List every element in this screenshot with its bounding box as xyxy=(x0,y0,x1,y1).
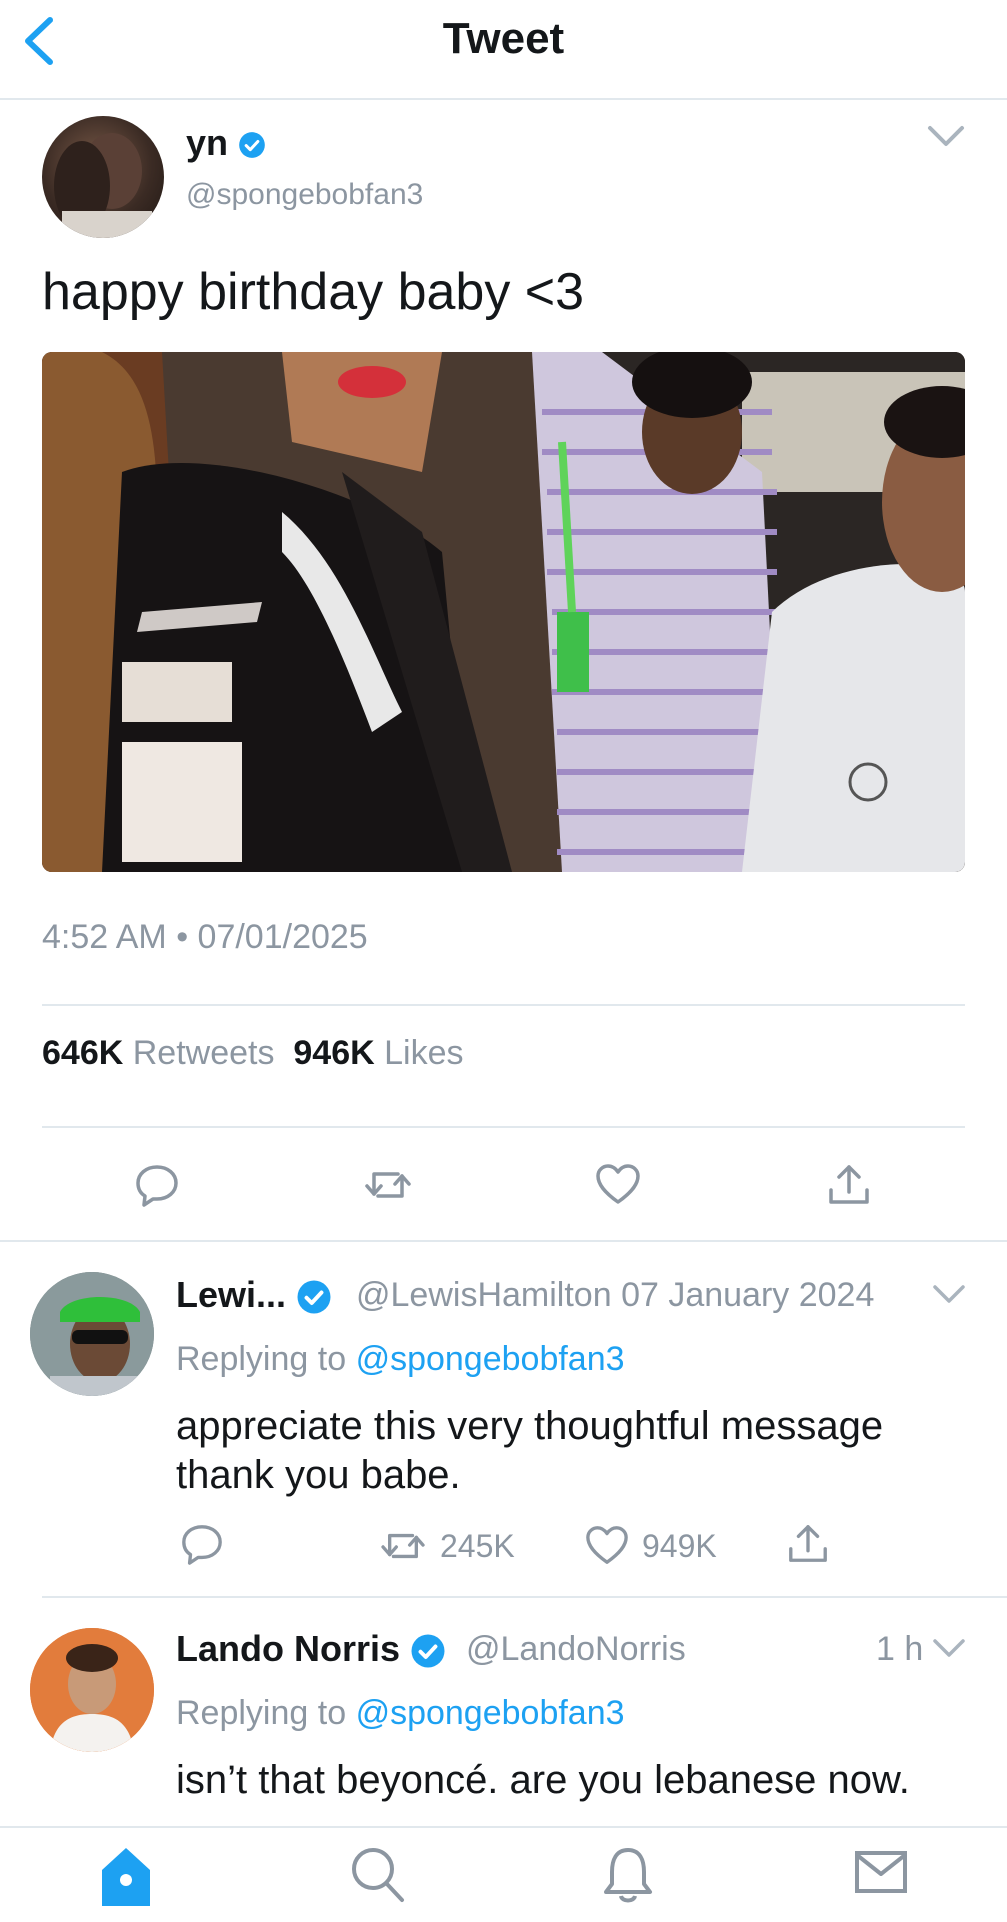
chevron-down-icon[interactable] xyxy=(932,1638,966,1660)
tweet-timestamp: 4:52 AM • 07/01/2025 xyxy=(42,918,368,956)
tweet-photo[interactable] xyxy=(42,352,965,872)
divider xyxy=(42,1596,1007,1598)
reply-icon[interactable] xyxy=(180,1522,224,1566)
reply-text: isn’t that beyoncé. are you lebanese now… xyxy=(176,1758,910,1802)
reply-avatar[interactable] xyxy=(30,1628,154,1752)
share-icon[interactable] xyxy=(826,1162,872,1208)
likes-link[interactable]: Likes xyxy=(384,1034,463,1072)
heart-icon[interactable] xyxy=(594,1162,642,1208)
reply-avatar[interactable] xyxy=(30,1272,154,1396)
reply-retweet-count: 245K xyxy=(440,1528,515,1564)
home-icon[interactable] xyxy=(98,1844,154,1906)
search-icon[interactable] xyxy=(348,1844,406,1904)
author-name[interactable]: yn xyxy=(186,122,266,164)
heart-icon[interactable] xyxy=(584,1524,630,1568)
bell-icon[interactable] xyxy=(602,1844,654,1906)
mail-icon[interactable] xyxy=(854,1850,908,1894)
reply-time: 1 h xyxy=(876,1630,924,1668)
author-handle[interactable]: @spongebobfan3 xyxy=(186,178,423,212)
chevron-down-icon[interactable] xyxy=(932,1284,966,1306)
verified-badge-icon xyxy=(411,1634,445,1668)
reply-author-name[interactable]: Lando Norris xyxy=(176,1628,446,1670)
reply-icon[interactable] xyxy=(134,1162,180,1208)
verified-badge-icon xyxy=(297,1280,331,1314)
replying-to: Replying to @spongebobfan3 xyxy=(176,1694,625,1732)
reply-author-name[interactable]: Lewi... xyxy=(176,1274,332,1316)
avatar-photo xyxy=(30,1272,154,1396)
section-divider xyxy=(0,1240,1007,1242)
replying-to: Replying to @spongebobfan3 xyxy=(176,1340,625,1378)
reply-handle-time[interactable]: @LewisHamilton 07 January 2024 xyxy=(356,1276,874,1315)
author-avatar[interactable] xyxy=(42,116,164,238)
verified-badge-icon xyxy=(239,132,265,159)
top-bar: Tweet xyxy=(0,0,1007,100)
divider xyxy=(42,1004,965,1006)
share-icon[interactable] xyxy=(786,1522,830,1566)
mention-link[interactable]: @spongebobfan3 xyxy=(356,1340,625,1378)
retweets-link[interactable]: Retweets xyxy=(133,1034,275,1072)
divider xyxy=(42,1126,965,1128)
avatar-photo xyxy=(30,1628,154,1752)
reply-like-count: 949K xyxy=(642,1528,717,1564)
tweet-text: happy birthday baby <3 xyxy=(42,263,585,321)
page-title: Tweet xyxy=(442,14,565,63)
photo-illustration xyxy=(42,352,965,872)
retweet-icon[interactable] xyxy=(364,1164,412,1206)
avatar-photo xyxy=(54,133,152,238)
bottom-tab-bar xyxy=(0,1826,1007,1922)
chevron-down-icon[interactable] xyxy=(926,124,966,150)
reply-text: appreciate this very thoughtful message … xyxy=(176,1404,884,1497)
reply-handle[interactable]: @LandoNorris xyxy=(466,1630,686,1669)
mention-link[interactable]: @spongebobfan3 xyxy=(356,1694,625,1732)
tweet-stats: 646K Retweets 946K Likes xyxy=(42,1034,464,1072)
retweet-icon[interactable] xyxy=(380,1526,426,1566)
